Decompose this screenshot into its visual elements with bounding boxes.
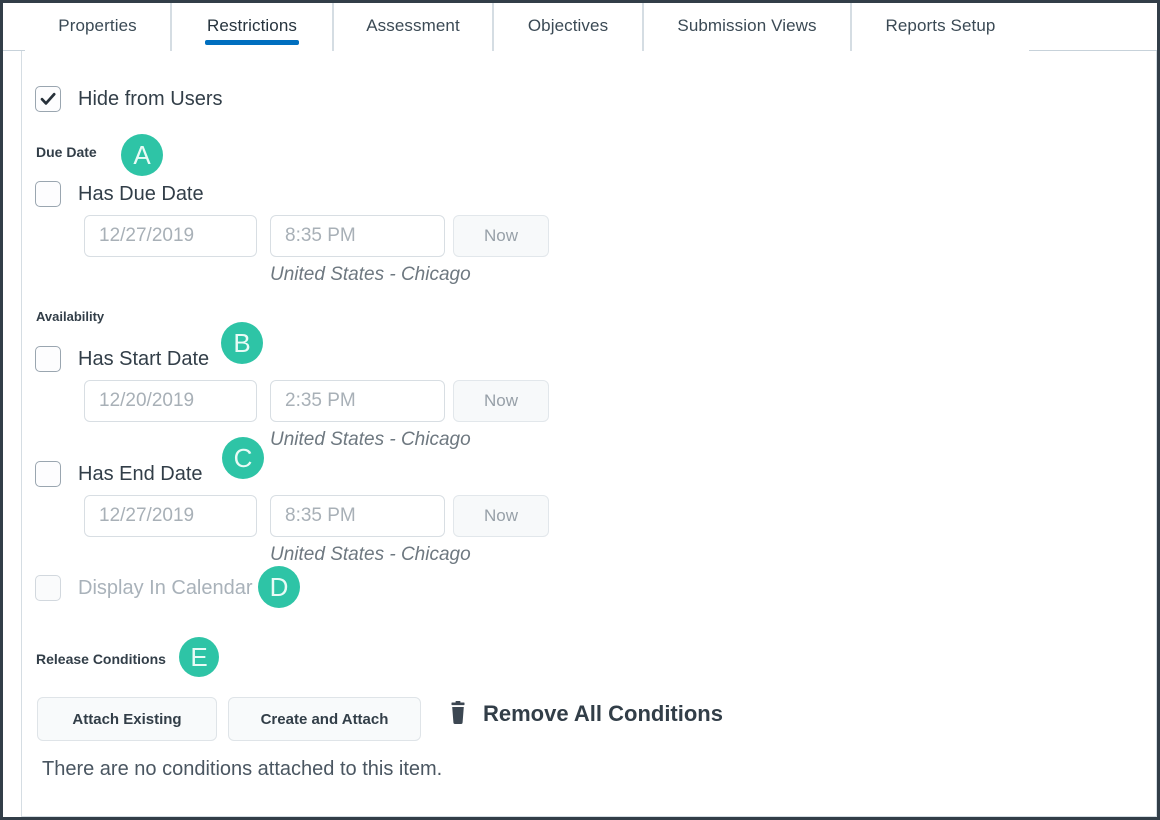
tab-assessment[interactable]: Assessment xyxy=(333,3,493,51)
release-conditions-section-label: Release Conditions xyxy=(36,651,166,667)
hide-from-users-label: Hide from Users xyxy=(78,87,223,110)
end-date-input[interactable]: 12/27/2019 xyxy=(84,495,257,537)
start-date-timezone: United States - Chicago xyxy=(270,429,471,450)
remove-all-conditions-label: Remove All Conditions xyxy=(483,701,723,726)
due-date-input[interactable]: 12/27/2019 xyxy=(84,215,257,257)
tab-submission-views-label: Submission Views xyxy=(677,15,817,35)
has-start-date-label: Has Start Date xyxy=(78,347,210,370)
has-start-date-row[interactable]: Has Start Date xyxy=(35,346,209,372)
checkmark-icon xyxy=(40,92,56,105)
start-date-now-button[interactable]: Now xyxy=(453,380,549,422)
has-end-date-row[interactable]: Has End Date xyxy=(35,461,203,487)
trash-icon xyxy=(451,701,465,724)
create-and-attach-button[interactable]: Create and Attach xyxy=(228,697,421,741)
has-due-date-label: Has Due Date xyxy=(78,182,204,205)
end-date-fields: 12/27/2019 8:35 PM Now xyxy=(84,495,614,537)
attach-existing-button[interactable]: Attach Existing xyxy=(37,697,217,741)
has-end-date-label: Has End Date xyxy=(78,462,203,485)
end-date-timezone: United States - Chicago xyxy=(270,544,471,565)
has-due-date-row[interactable]: Has Due Date xyxy=(35,181,204,207)
end-date-now-button[interactable]: Now xyxy=(453,495,549,537)
tab-reports-setup[interactable]: Reports Setup xyxy=(851,3,1029,51)
start-time-input[interactable]: 2:35 PM xyxy=(270,380,445,422)
display-in-calendar-checkbox xyxy=(35,575,61,601)
tab-bar: Properties Restrictions Assessment Objec… xyxy=(3,3,1157,51)
due-time-input[interactable]: 8:35 PM xyxy=(270,215,445,257)
has-due-date-checkbox[interactable] xyxy=(35,181,61,207)
tab-reports-setup-label: Reports Setup xyxy=(885,15,996,35)
due-date-now-button[interactable]: Now xyxy=(453,215,549,257)
hide-from-users-checkbox[interactable] xyxy=(35,86,61,112)
tab-restrictions[interactable]: Restrictions xyxy=(171,3,333,51)
end-time-input[interactable]: 8:35 PM xyxy=(270,495,445,537)
restrictions-settings-window: Properties Restrictions Assessment Objec… xyxy=(0,0,1160,820)
start-date-fields: 12/20/2019 2:35 PM Now xyxy=(84,380,614,422)
annotation-badge-e: E xyxy=(179,637,219,677)
annotation-badge-c: C xyxy=(222,437,264,479)
tab-properties-label: Properties xyxy=(58,15,137,35)
display-in-calendar-row: Display In Calendar xyxy=(35,575,253,601)
due-date-fields: 12/27/2019 8:35 PM Now xyxy=(84,215,614,257)
remove-all-conditions-button[interactable]: Remove All Conditions xyxy=(447,701,723,727)
hide-from-users-row[interactable]: Hide from Users xyxy=(35,86,222,112)
tab-properties[interactable]: Properties xyxy=(25,3,171,51)
restrictions-panel: Hide from Users Due Date A Has Due Date … xyxy=(21,51,1157,817)
due-date-timezone: United States - Chicago xyxy=(270,264,471,285)
display-in-calendar-label: Display In Calendar xyxy=(78,576,253,599)
tab-restrictions-label: Restrictions xyxy=(206,15,297,35)
start-date-input[interactable]: 12/20/2019 xyxy=(84,380,257,422)
no-conditions-message: There are no conditions attached to this… xyxy=(42,758,443,780)
tab-objectives-label: Objectives xyxy=(527,15,609,35)
has-end-date-checkbox[interactable] xyxy=(35,461,61,487)
annotation-badge-b: B xyxy=(221,322,263,364)
availability-section-label: Availability xyxy=(36,309,105,324)
annotation-badge-a: A xyxy=(121,134,163,176)
tab-submission-views[interactable]: Submission Views xyxy=(643,3,851,51)
tab-assessment-label: Assessment xyxy=(366,15,460,35)
has-start-date-checkbox[interactable] xyxy=(35,346,61,372)
annotation-badge-d: D xyxy=(258,566,300,608)
due-date-section-label: Due Date xyxy=(36,144,97,160)
tab-objectives[interactable]: Objectives xyxy=(493,3,643,51)
